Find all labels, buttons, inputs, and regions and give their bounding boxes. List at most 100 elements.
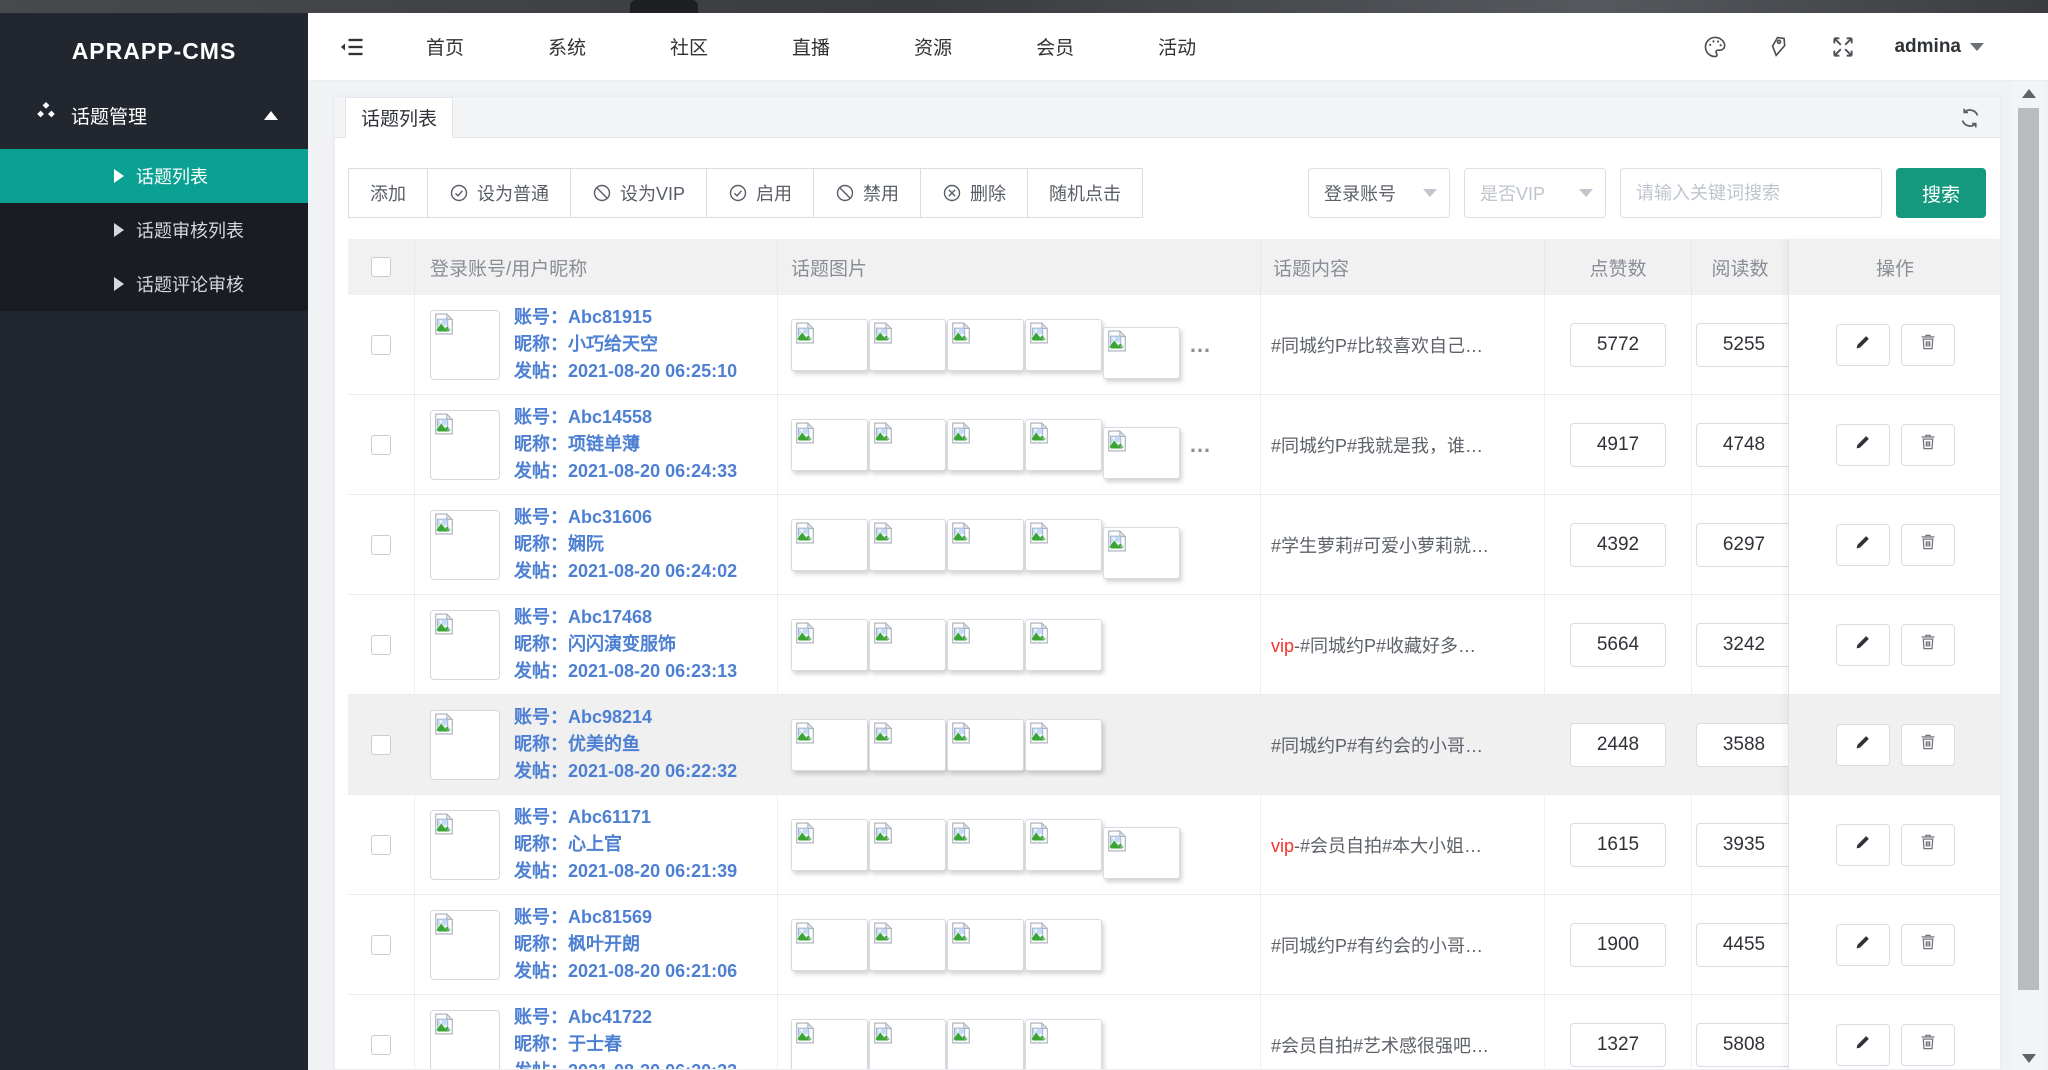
toolbar-button-6[interactable]: 随机点击 xyxy=(1027,168,1143,218)
reads-count[interactable]: 4455 xyxy=(1696,923,1792,967)
topic-image-broken-thumbnail[interactable] xyxy=(869,419,946,471)
sidebar-group-topic-management[interactable]: 话题管理 xyxy=(0,89,308,141)
reads-count[interactable]: 5255 xyxy=(1696,323,1792,367)
topic-image-broken-thumbnail[interactable] xyxy=(869,319,946,371)
topic-image-broken-thumbnail[interactable] xyxy=(791,1019,868,1070)
edit-button[interactable] xyxy=(1836,724,1890,766)
topic-image-broken-thumbnail[interactable] xyxy=(1025,519,1102,571)
delete-button[interactable] xyxy=(1901,624,1955,666)
sidebar-fold-icon[interactable] xyxy=(338,33,366,61)
row-checkbox[interactable] xyxy=(371,535,391,555)
likes-count[interactable]: 2448 xyxy=(1570,723,1666,767)
row-checkbox[interactable] xyxy=(371,335,391,355)
nav-item-3[interactable]: 直播 xyxy=(792,33,830,60)
nav-item-6[interactable]: 活动 xyxy=(1158,33,1196,60)
likes-count[interactable]: 5664 xyxy=(1570,623,1666,667)
select-all-checkbox[interactable] xyxy=(371,257,391,277)
topic-image-broken-thumbnail[interactable] xyxy=(947,319,1024,371)
row-checkbox[interactable] xyxy=(371,1035,391,1055)
topic-image-broken-thumbnail[interactable] xyxy=(1025,819,1102,871)
topic-image-broken-thumbnail[interactable] xyxy=(1025,719,1102,771)
reads-count[interactable]: 3588 xyxy=(1696,723,1792,767)
nav-item-1[interactable]: 系统 xyxy=(548,33,586,60)
edit-button[interactable] xyxy=(1836,524,1890,566)
vertical-scrollbar[interactable] xyxy=(2014,81,2044,1070)
topic-image-broken-thumbnail[interactable] xyxy=(1025,419,1102,471)
topic-image-broken-thumbnail[interactable] xyxy=(947,419,1024,471)
edit-button[interactable] xyxy=(1836,424,1890,466)
toolbar-button-2[interactable]: 设为VIP xyxy=(570,168,707,218)
tag-icon[interactable] xyxy=(1766,34,1792,60)
topic-image-broken-thumbnail[interactable] xyxy=(1103,527,1180,579)
edit-button[interactable] xyxy=(1836,824,1890,866)
delete-button[interactable] xyxy=(1901,524,1955,566)
topic-image-broken-thumbnail[interactable] xyxy=(1103,827,1180,879)
topic-image-broken-thumbnail[interactable] xyxy=(791,919,868,971)
row-checkbox[interactable] xyxy=(371,935,391,955)
topic-image-broken-thumbnail[interactable] xyxy=(947,719,1024,771)
topic-image-broken-thumbnail[interactable] xyxy=(791,719,868,771)
reads-count[interactable]: 6297 xyxy=(1696,523,1792,567)
topic-image-broken-thumbnail[interactable] xyxy=(869,819,946,871)
topic-image-broken-thumbnail[interactable] xyxy=(791,819,868,871)
edit-button[interactable] xyxy=(1836,624,1890,666)
edit-button[interactable] xyxy=(1836,1024,1890,1066)
topic-image-broken-thumbnail[interactable] xyxy=(1025,919,1102,971)
row-checkbox[interactable] xyxy=(371,435,391,455)
refresh-icon[interactable] xyxy=(1958,106,1982,135)
topic-image-broken-thumbnail[interactable] xyxy=(869,1019,946,1070)
tab-topic-list[interactable]: 话题列表 xyxy=(345,97,453,138)
fullscreen-icon[interactable] xyxy=(1830,34,1856,60)
row-checkbox[interactable] xyxy=(371,835,391,855)
topic-image-broken-thumbnail[interactable] xyxy=(791,319,868,371)
row-checkbox[interactable] xyxy=(371,635,391,655)
nav-item-4[interactable]: 资源 xyxy=(914,33,952,60)
delete-button[interactable] xyxy=(1901,1024,1955,1066)
reads-count[interactable]: 3935 xyxy=(1696,823,1792,867)
toolbar-button-0[interactable]: 添加 xyxy=(348,168,428,218)
topic-image-broken-thumbnail[interactable] xyxy=(791,519,868,571)
scrollbar-up-arrow-icon[interactable] xyxy=(2022,89,2036,98)
delete-button[interactable] xyxy=(1901,724,1955,766)
likes-count[interactable]: 1615 xyxy=(1570,823,1666,867)
keyword-search-input[interactable] xyxy=(1620,168,1882,218)
sidebar-item-1[interactable]: 话题审核列表 xyxy=(0,203,308,257)
row-checkbox[interactable] xyxy=(371,735,391,755)
likes-count[interactable]: 4392 xyxy=(1570,523,1666,567)
toolbar-button-1[interactable]: 设为普通 xyxy=(427,168,571,218)
topic-image-broken-thumbnail[interactable] xyxy=(791,619,868,671)
nav-item-2[interactable]: 社区 xyxy=(670,33,708,60)
likes-count[interactable]: 5772 xyxy=(1570,323,1666,367)
topic-image-broken-thumbnail[interactable] xyxy=(1103,427,1180,479)
delete-button[interactable] xyxy=(1901,424,1955,466)
topic-image-broken-thumbnail[interactable] xyxy=(869,719,946,771)
scrollbar-thumb[interactable] xyxy=(2018,108,2039,990)
topic-image-broken-thumbnail[interactable] xyxy=(1025,1019,1102,1070)
likes-count[interactable]: 1327 xyxy=(1570,1023,1666,1067)
topic-image-broken-thumbnail[interactable] xyxy=(947,619,1024,671)
topic-image-broken-thumbnail[interactable] xyxy=(947,819,1024,871)
topic-image-broken-thumbnail[interactable] xyxy=(1103,327,1180,379)
account-field-select[interactable]: 登录账号 xyxy=(1308,168,1450,218)
likes-count[interactable]: 1900 xyxy=(1570,923,1666,967)
sidebar-item-0[interactable]: 话题列表 xyxy=(0,149,308,203)
delete-button[interactable] xyxy=(1901,324,1955,366)
topic-image-broken-thumbnail[interactable] xyxy=(1025,319,1102,371)
toolbar-button-3[interactable]: 启用 xyxy=(706,168,814,218)
topic-image-broken-thumbnail[interactable] xyxy=(791,419,868,471)
toolbar-button-4[interactable]: 禁用 xyxy=(813,168,921,218)
nav-item-5[interactable]: 会员 xyxy=(1036,33,1074,60)
reads-count[interactable]: 5808 xyxy=(1696,1023,1792,1067)
topic-image-broken-thumbnail[interactable] xyxy=(947,519,1024,571)
user-menu[interactable]: admina xyxy=(1894,36,1984,58)
topic-image-broken-thumbnail[interactable] xyxy=(947,919,1024,971)
delete-button[interactable] xyxy=(1901,824,1955,866)
search-button[interactable]: 搜索 xyxy=(1896,168,1986,218)
reads-count[interactable]: 3242 xyxy=(1696,623,1792,667)
topic-image-broken-thumbnail[interactable] xyxy=(1025,619,1102,671)
nav-item-0[interactable]: 首页 xyxy=(426,33,464,60)
vip-filter-select[interactable]: 是否VIP xyxy=(1464,168,1606,218)
delete-button[interactable] xyxy=(1901,924,1955,966)
topic-image-broken-thumbnail[interactable] xyxy=(869,519,946,571)
edit-button[interactable] xyxy=(1836,324,1890,366)
